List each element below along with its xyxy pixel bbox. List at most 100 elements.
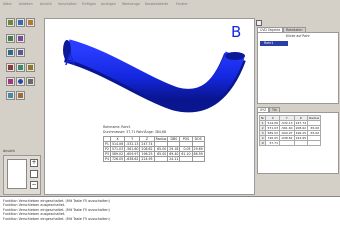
table-cell: 86.59 — [191, 151, 205, 157]
draw-button[interactable] — [26, 18, 35, 27]
menu-item-fenster[interactable]: Fenster — [176, 2, 188, 6]
pipe-body[interactable] — [64, 39, 245, 109]
table-cell: 589.02 — [109, 151, 126, 157]
viewport-3d[interactable]: A B Rohrname: Rohr1 Durchmesser: 37,71 R… — [44, 18, 255, 195]
right-panel: CVD Objekte Rohrdaten Klicke auf Rohr Ro… — [256, 18, 340, 195]
header-cell: Radius — [307, 115, 322, 121]
mirror-icon — [28, 65, 33, 70]
menu-item-vorschalten[interactable]: Vorschalten — [58, 2, 77, 6]
zoom-out-button[interactable]: − — [30, 181, 38, 189]
table-cell: 726.05 — [265, 135, 280, 141]
palette-icon — [8, 79, 13, 84]
object-list-header: Klicke auf Rohr — [286, 34, 310, 38]
pipe-icon — [8, 20, 13, 25]
table-cell: 196.25 — [293, 130, 309, 136]
sphere-icon — [18, 79, 23, 84]
table-cell: -638.62 — [278, 135, 295, 141]
info-button[interactable] — [16, 91, 25, 100]
measure-button[interactable] — [6, 91, 15, 100]
move-button[interactable] — [16, 48, 25, 57]
pan-button[interactable] — [30, 170, 38, 178]
rotate-button[interactable] — [6, 63, 15, 72]
table-cell: -561.60 — [278, 125, 295, 131]
ruler-icon — [8, 93, 13, 98]
menu-item-konstantwerte[interactable]: Konstantwerte — [145, 2, 168, 6]
color-button[interactable] — [6, 77, 15, 86]
grid-button[interactable] — [6, 34, 15, 43]
shade-icon — [28, 79, 33, 84]
view-navigator: + − — [3, 155, 41, 195]
table-cell: 29.18 — [167, 146, 181, 152]
table-row: P4 726.05 -638.62 224.95 24.11 — [103, 156, 205, 162]
flip-icon — [18, 65, 23, 70]
table-cell: 24.11 — [167, 156, 181, 162]
table-cell: 208.62 — [139, 146, 155, 152]
menu-item-anzeigen[interactable]: Anzeigen — [101, 2, 116, 6]
mirror-button[interactable] — [26, 63, 35, 72]
grid-icon — [8, 36, 13, 41]
table-cell: 589.02 — [265, 130, 280, 136]
shade-button[interactable] — [26, 77, 35, 86]
pipe-render — [63, 39, 246, 113]
layers-icon — [18, 36, 23, 41]
table-cell: 29.69 — [191, 146, 205, 152]
table-cell: -532.13 — [124, 141, 141, 147]
new-pipe-button[interactable] — [6, 18, 15, 27]
flip-button[interactable] — [16, 63, 25, 72]
table-cell — [293, 140, 309, 146]
header-cell: Radius — [153, 136, 169, 142]
table-cell — [307, 140, 322, 146]
object-list: Klicke auf Rohr Rohr1 — [257, 32, 339, 104]
table-cell: -638.62 — [124, 156, 141, 162]
info-icon — [18, 93, 23, 98]
table-cell: -561.60 — [124, 146, 141, 152]
list-item-rohr1[interactable]: Rohr1 — [260, 41, 288, 46]
pen-icon — [28, 20, 33, 25]
table-cell: -532.13 — [278, 120, 295, 126]
pipe-name-text: Rohrname: Rohr1 — [103, 125, 131, 129]
point-table: X Y Z Radius DBS POS DOS P1 514.06 -532.… — [103, 136, 205, 162]
panel-toggle-button[interactable] — [256, 20, 262, 26]
view-preview[interactable] — [7, 159, 27, 189]
table-cell — [278, 140, 295, 146]
menu-item-arbeiten[interactable]: Arbeiten — [19, 2, 33, 6]
select-button[interactable] — [6, 48, 15, 57]
menu-item-ansicht[interactable]: Ansicht — [40, 2, 52, 6]
menu-item-datei[interactable]: Datei — [3, 2, 12, 6]
table-cell: -609.97 — [278, 130, 295, 136]
table-cell: -609.97 — [124, 151, 141, 157]
left-toolbar: Ansicht + − — [0, 16, 44, 196]
coord-panel: Nr X Y Z Radius 1 514.06 -532.13 247.74 … — [257, 112, 339, 174]
table-cell: 224.95 — [139, 156, 155, 162]
list-item-label: Rohr1 — [264, 41, 274, 45]
table-cell: 726.05 — [109, 156, 126, 162]
table-cell: P4 — [103, 156, 111, 162]
table-cell — [153, 156, 169, 162]
pencil-icon — [18, 20, 23, 25]
table-cell: 69.40 — [167, 151, 181, 157]
menu-item-werkzeuge[interactable]: Werkzeuge — [122, 2, 140, 6]
coord-table: Nr X Y Z Radius 1 514.06 -532.13 247.74 … — [258, 115, 322, 146]
sphere-button[interactable] — [16, 77, 25, 86]
log-list: Funktion Verschieben eingeschaltet. (Mit… — [0, 197, 340, 221]
table-cell: 224.95 — [293, 135, 309, 141]
menu-item-einfuegen[interactable]: Einfügen — [82, 2, 96, 6]
table-cell — [191, 156, 205, 162]
coord-row[interactable]: 2 571.03 -561.60 208.62 65.00 — [258, 125, 322, 131]
table-cell: 247.74 — [293, 120, 309, 126]
log-line: Funktion Verschieben eingeschaltet. (Mit… — [3, 216, 110, 221]
move-icon — [18, 50, 23, 55]
message-log[interactable]: Funktion Verschieben eingeschaltet. (Mit… — [0, 196, 340, 251]
diameter-row[interactable]: D 37.71 — [258, 140, 322, 146]
coord-row[interactable]: 3 589.02 -609.97 196.25 65.00 — [258, 130, 322, 136]
layers-button[interactable] — [16, 34, 25, 43]
label-b: B — [231, 23, 242, 41]
view-label: Ansicht — [3, 149, 15, 153]
menu-bar: Datei Arbeiten Ansicht Vorschalten Einfü… — [0, 0, 340, 16]
table-cell: 571.03 — [265, 125, 280, 131]
zoom-in-button[interactable]: + — [30, 159, 38, 167]
pipe-dims-text: Durchmesser: 37,71 RohrlÄnge: 384,68 — [103, 130, 166, 134]
table-cell — [179, 156, 193, 162]
edit-pipe-button[interactable] — [16, 18, 25, 27]
table-cell: 514.06 — [109, 141, 126, 147]
